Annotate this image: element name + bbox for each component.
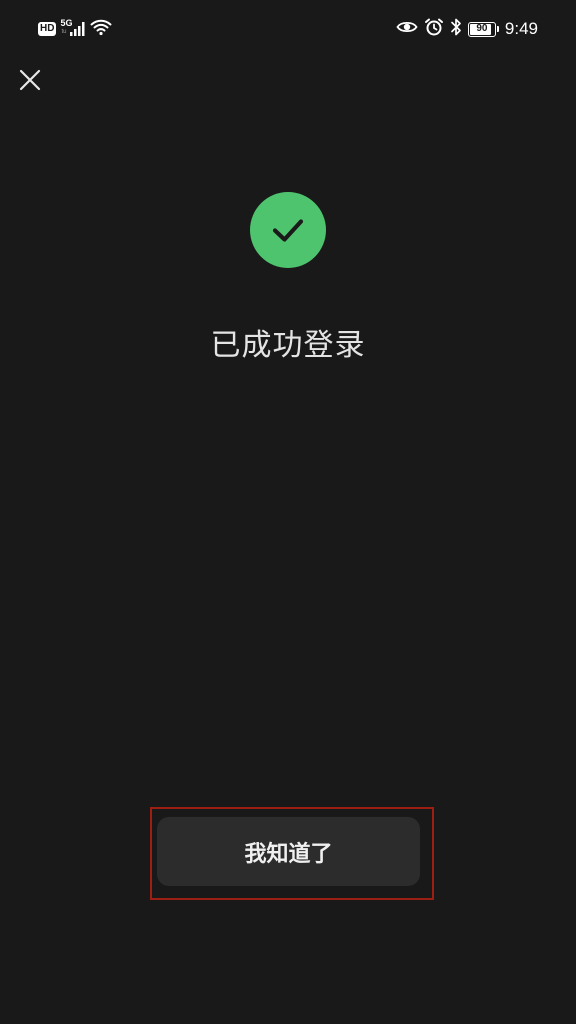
close-icon (19, 69, 41, 91)
login-success-screen: HD 5G tu 90 9:49 已成功登录 我知道了 (0, 0, 576, 1024)
hd-badge: HD (38, 22, 57, 36)
battery-icon: 90 (467, 21, 499, 37)
check-icon (272, 219, 304, 242)
network-sub-label: tu (61, 29, 67, 35)
battery-tip (496, 26, 499, 32)
wifi-icon (90, 18, 112, 40)
signal-icon: 5G tu (60, 18, 86, 39)
status-bar: HD 5G tu 90 9:49 (0, 0, 576, 56)
clock: 9:49 (504, 19, 538, 38)
status-right: 90 9:49 (396, 17, 538, 41)
success-title: 已成功登录 (210, 328, 366, 363)
close-button[interactable] (14, 64, 46, 96)
battery-body: 90 (467, 21, 496, 37)
success-badge (250, 192, 326, 268)
eye-icon (396, 19, 418, 39)
confirm-button[interactable]: 我知道了 (157, 817, 420, 886)
bluetooth-icon (450, 17, 462, 41)
battery-level: 90 (476, 23, 488, 34)
status-left: HD 5G tu (38, 18, 112, 40)
alarm-icon (424, 17, 444, 41)
